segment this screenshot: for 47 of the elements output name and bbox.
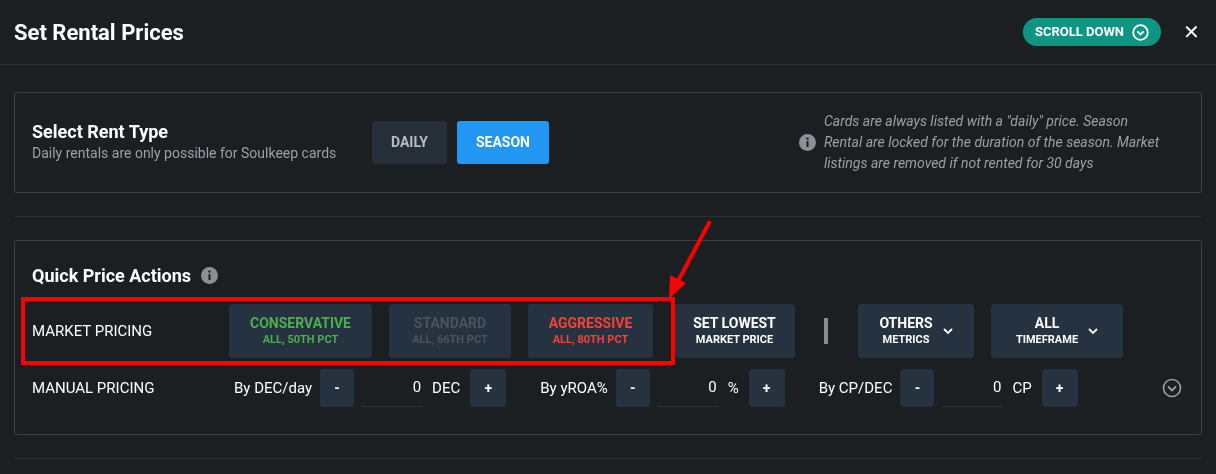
expand-icon[interactable] (1162, 378, 1182, 398)
button-label: SET LOWEST (693, 315, 776, 333)
preset-button[interactable]: AGGRESSIVE ALL, 80TH PCT (528, 304, 653, 358)
field-label: By yROA% (540, 377, 608, 399)
input-field[interactable]: 0 (942, 369, 1004, 407)
dialog-title: Set Rental Prices (14, 18, 184, 47)
dropdown-label: OTHERS (879, 315, 933, 333)
dropdown-sublabel: TIMEFRAME (1015, 332, 1079, 347)
chevron-down-icon (942, 327, 953, 335)
chevron-circle-icon (1132, 23, 1149, 41)
preset-label: AGGRESSIVE (548, 315, 633, 333)
section-title: Quick Price Actions (32, 264, 192, 288)
unit-label: % (727, 377, 739, 399)
unit-label: CP (1012, 377, 1032, 399)
preset-label: CONSERVATIVE (250, 315, 351, 333)
input-field[interactable]: 0 (657, 369, 719, 407)
dropdown-button[interactable]: ALL TIMEFRAME (991, 304, 1123, 358)
close-button[interactable]: ✕ (1183, 22, 1200, 42)
rent-type-tab[interactable]: DAILY (372, 121, 447, 164)
dropdown-sublabel: METRICS (882, 332, 930, 347)
decrement-button[interactable]: - (615, 369, 650, 407)
preset-sublabel: ALL, 80TH PCT (552, 332, 629, 347)
chevron-down-icon (1088, 327, 1099, 335)
info-icon (201, 267, 219, 284)
info-text: Cards are always listed with a "daily" price. Season Rental are locked for the duration of the season. Market listings are removed if not rented for 30 days (824, 112, 1160, 173)
field-label: By CP/DEC (818, 377, 893, 399)
info-icon (799, 134, 816, 151)
increment-button[interactable]: + (470, 369, 507, 407)
scroll-down-button[interactable]: SCROLL DOWN (1022, 18, 1161, 46)
dropdown-label: ALL (1034, 315, 1060, 333)
input-field[interactable]: 0 (362, 369, 424, 407)
preset-sublabel: ALL, 50TH PCT (262, 332, 339, 347)
row-label: MANUAL PRICING (32, 377, 156, 399)
set-lowest-button[interactable]: SET LOWEST MARKET PRICE (674, 304, 795, 358)
field-label: By DEC/day (234, 377, 313, 399)
separator (824, 318, 828, 344)
increment-button[interactable]: + (748, 369, 785, 407)
preset-button[interactable]: CONSERVATIVE ALL, 50TH PCT (229, 304, 372, 358)
unit-label: DEC (432, 377, 461, 399)
decrement-button[interactable]: - (320, 369, 355, 407)
section-title: Select Rent Type (32, 120, 170, 144)
button-sublabel: MARKET PRICE (695, 332, 774, 347)
section-subtitle: Daily rentals are only possible for Soulkeep cards (32, 144, 338, 164)
increment-button[interactable]: + (1041, 369, 1078, 407)
dropdown-button[interactable]: OTHERS METRICS (858, 304, 974, 358)
decrement-button[interactable]: - (900, 369, 935, 407)
row-label: MARKET PRICING (32, 320, 154, 342)
